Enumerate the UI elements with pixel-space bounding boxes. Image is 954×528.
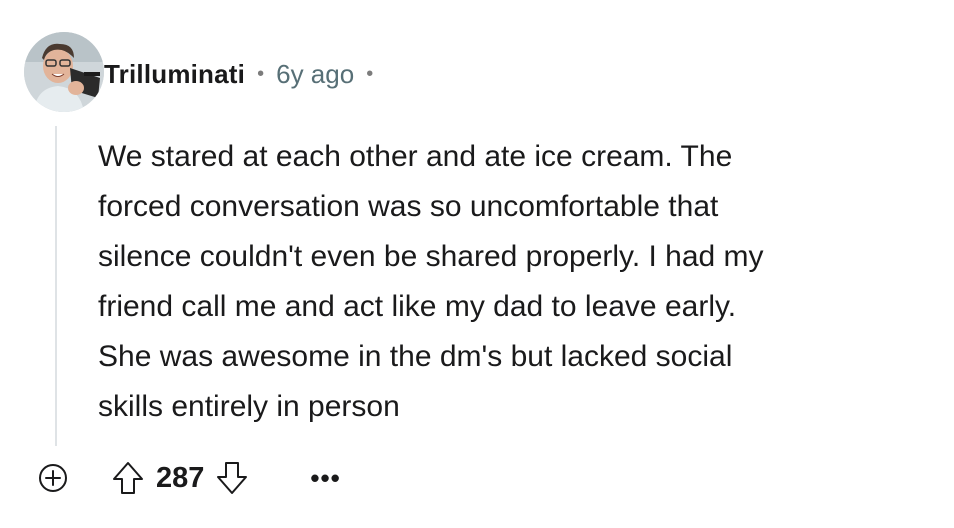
upvote-button[interactable] <box>108 458 148 498</box>
overflow-menu-button[interactable]: ••• <box>310 456 340 500</box>
comment-header: Trilluminati • 6y ago • <box>104 52 385 96</box>
comment-age[interactable]: 6y ago <box>276 59 354 90</box>
comment-actions: 287 ••• <box>36 456 341 500</box>
meta-separator: • <box>257 62 265 85</box>
arrow-down-icon <box>217 462 248 494</box>
vote-score: 287 <box>156 461 205 494</box>
downvote-button[interactable] <box>212 458 252 498</box>
thread-line[interactable] <box>55 126 57 446</box>
expand-thread-button[interactable] <box>36 461 70 495</box>
comment-body: We stared at each other and ate ice crea… <box>98 132 928 432</box>
author-username[interactable]: Trilluminati <box>104 59 245 90</box>
avatar-image <box>24 32 104 112</box>
meta-separator: • <box>366 62 374 85</box>
avatar[interactable] <box>24 32 104 112</box>
arrow-up-icon <box>113 462 143 494</box>
comment: Trilluminati • 6y ago • We stared at eac… <box>0 0 954 528</box>
comment-text: We stared at each other and ate ice crea… <box>98 140 764 423</box>
plus-circle-icon <box>39 464 67 492</box>
